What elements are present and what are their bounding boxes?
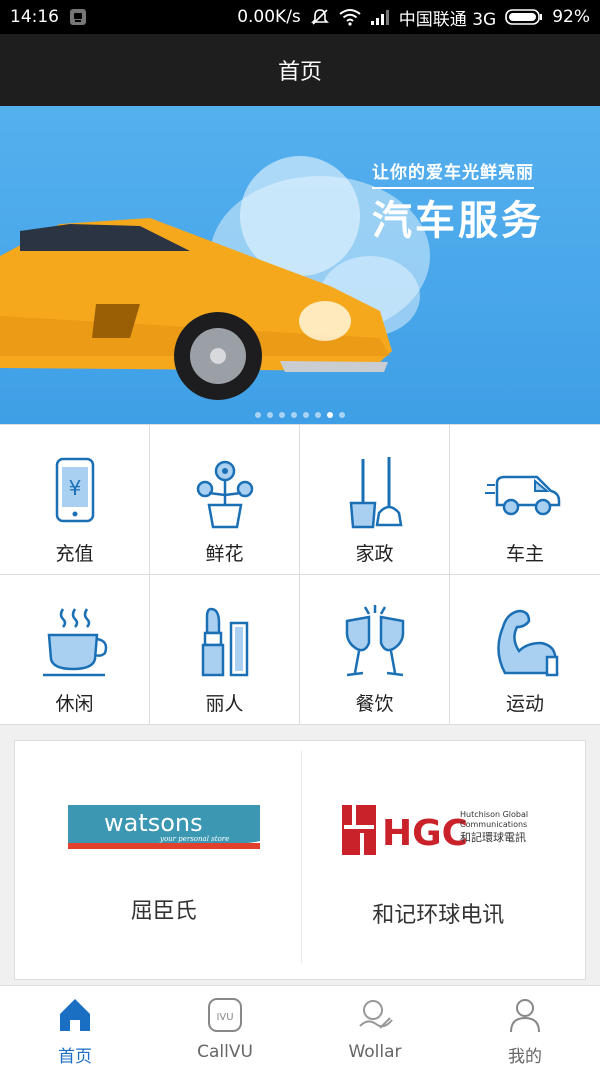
category-label: 鲜花 [205,543,244,565]
hgc-logo: HGC Hutchison Global Communications 和記環球… [342,805,528,855]
hgc-logo-text: HGC [382,813,468,854]
category-recharge[interactable]: ¥ 充值 [0,425,150,575]
brand-name: 和记环球电讯 [372,903,505,928]
mute-icon [310,7,330,27]
signal-icon [370,9,390,25]
tab-label: 首页 [58,1047,92,1067]
tab-label: CallVU [197,1042,253,1062]
wifi-icon [339,8,361,26]
banner-title: 汽车服务 [372,198,544,244]
lipstick-icon [201,607,248,677]
category-flowers[interactable]: 鲜花 [150,425,300,575]
svg-text:¥: ¥ [68,476,81,500]
featured-brands-panel: watsons your personal store 屈臣氏 HGC Hutc… [14,740,586,980]
champagne-glasses-icon [345,605,404,677]
brand-watsons[interactable]: watsons your personal store 屈臣氏 [27,751,301,963]
battery-icon [505,8,543,26]
carousel-dot[interactable] [339,412,345,418]
category-label: 休闲 [55,693,94,715]
wollar-icon [359,1000,393,1029]
svg-text:IVU: IVU [216,1012,233,1023]
car-icon [485,475,561,516]
carrier-label: 中国联通 3G [398,9,497,30]
tab-callvu[interactable]: IVU CallVU [150,986,300,1067]
category-label: 车主 [505,543,544,565]
watsons-logo: watsons your personal store [67,805,260,849]
tab-home[interactable]: 首页 [0,986,150,1067]
category-label: 丽人 [205,693,244,715]
tab-label: Wollar [348,1042,402,1062]
coffee-cup-icon [42,608,107,677]
watsons-logo-text: watsons [104,809,203,837]
carousel-dot[interactable] [303,412,309,418]
category-label: 家政 [355,543,394,565]
muscle-arm-icon [497,609,559,677]
brand-name: 屈臣氏 [130,899,197,924]
page-title: 首页 [277,60,322,85]
svg-text:和記環球電訊: 和記環球電訊 [460,830,526,844]
sports-car-illustration [0,156,430,400]
callvu-icon: IVU [208,998,242,1032]
category-leisure[interactable]: 休闲 [0,575,150,725]
user-icon [510,999,540,1033]
carousel-dot[interactable] [291,412,297,418]
bottom-tab-bar: 首页 IVU CallVU Wollar 我的 [0,985,600,1067]
tab-mine[interactable]: 我的 [450,986,600,1067]
svg-text:Hutchison Global: Hutchison Global [460,810,528,819]
carousel-indicator [0,412,600,418]
tab-wollar[interactable]: Wollar [300,986,450,1067]
notification-icon [69,8,87,26]
category-grid: ¥ 充值 鲜花 家政 车主 休闲 丽人 餐饮 运动 [0,424,600,725]
flower-pot-icon [196,460,253,529]
category-sports[interactable]: 运动 [450,575,600,725]
status-time: 14:16 [10,7,59,27]
category-label: 运动 [505,693,544,715]
category-housekeeping[interactable]: 家政 [300,425,450,575]
carousel-dot[interactable] [255,412,261,418]
category-car-owner[interactable]: 车主 [450,425,600,575]
carousel-dot[interactable] [267,412,273,418]
category-label: 充值 [55,543,94,565]
category-label: 餐饮 [355,693,394,715]
carousel-dot[interactable] [315,412,321,418]
category-beauty[interactable]: 丽人 [150,575,300,725]
carousel-dot[interactable] [279,412,285,418]
category-dining[interactable]: 餐饮 [300,575,450,725]
battery-percent: 92% [552,7,590,27]
banner-subtitle: 让你的爱车光鲜亮丽 [372,158,534,189]
home-icon [60,999,90,1031]
carousel-dot-active[interactable] [327,412,333,418]
tab-label: 我的 [508,1047,542,1067]
svg-text:Communications: Communications [460,820,527,829]
network-speed: 0.00K/s [237,7,301,27]
phone-recharge-icon: ¥ [55,457,94,523]
top-navigation-bar: 首页 [0,34,600,106]
broom-mop-icon [349,457,402,529]
status-bar: 14:16 0.00K/s 中国联通 3G 92% [0,0,600,34]
brand-hgc[interactable]: HGC Hutchison Global Communications 和記環球… [300,751,576,963]
promo-banner[interactable]: 让你的爱车光鲜亮丽 汽车服务 [0,106,600,424]
watsons-logo-tagline: your personal store [159,835,229,843]
